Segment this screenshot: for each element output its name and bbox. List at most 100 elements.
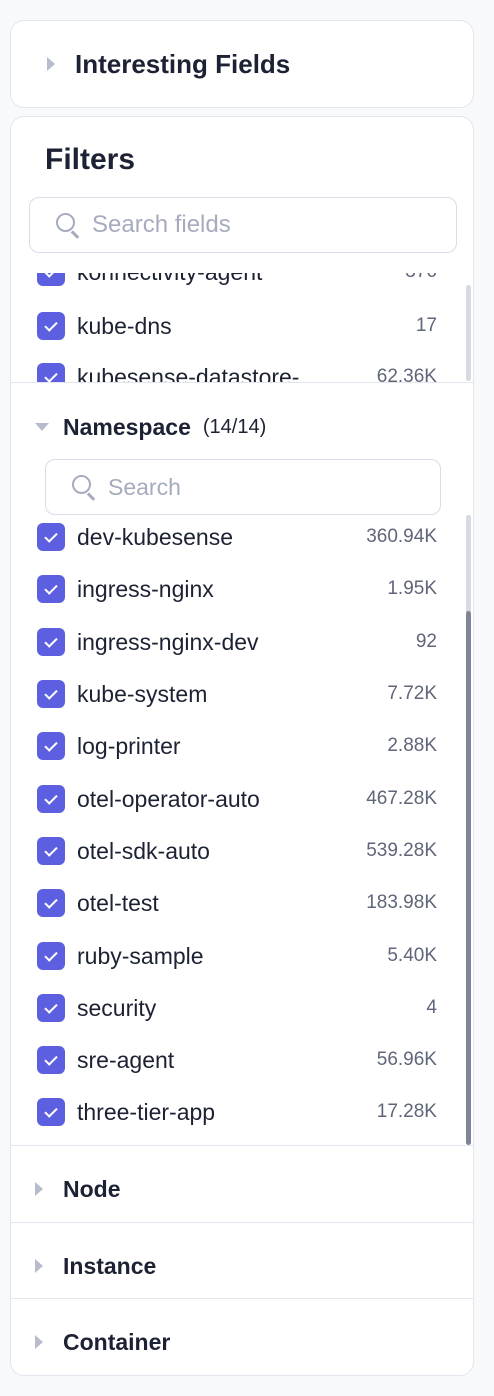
- checkbox[interactable]: [37, 1098, 65, 1126]
- divider: [11, 1145, 473, 1146]
- item-label: three-tier-app: [77, 1098, 216, 1125]
- item-label: ingress-nginx: [77, 575, 214, 602]
- divider: [11, 1298, 473, 1299]
- item-label: dev-kubesense: [77, 523, 233, 550]
- checkbox[interactable]: [37, 1046, 65, 1074]
- item-label: kube-dns: [77, 312, 172, 339]
- item-label: log-printer: [77, 732, 181, 759]
- list-item[interactable]: ingress-nginx-dev 92: [11, 616, 473, 668]
- list-item[interactable]: log-printer 2.88K: [11, 720, 473, 772]
- checkbox[interactable]: [37, 523, 65, 551]
- checkbox[interactable]: [37, 732, 65, 760]
- search-icon: [56, 213, 80, 239]
- item-label: otel-sdk-auto: [77, 837, 210, 864]
- list-item[interactable]: kube-system 7.72K: [11, 668, 473, 720]
- item-label: ruby-sample: [77, 942, 204, 969]
- list-item[interactable]: ruby-sample 5.40K: [11, 930, 473, 982]
- list-item[interactable]: otel-sdk-auto 539.28K: [11, 825, 473, 877]
- section-title: Container: [63, 1328, 171, 1355]
- item-count: 1.95K: [387, 578, 437, 599]
- namespace-section-header[interactable]: Namespace (14/14): [35, 409, 266, 445]
- namespace-search-input[interactable]: Search: [45, 459, 441, 515]
- check-icon: [44, 947, 58, 962]
- item-label: security: [77, 994, 157, 1021]
- check-icon: [44, 528, 58, 543]
- field-values-list[interactable]: konnectivity-agent 376 kube-dns 17 kubes…: [11, 273, 473, 383]
- item-count: 92: [415, 631, 437, 652]
- check-icon: [44, 580, 58, 595]
- interesting-fields-header[interactable]: Interesting Fields: [10, 20, 474, 108]
- item-label: otel-operator-auto: [77, 785, 260, 812]
- item-count: 376: [405, 273, 437, 283]
- search-fields-placeholder: Search fields: [92, 211, 231, 238]
- list-item[interactable]: kubesense-datastore- 62.36K: [11, 351, 473, 383]
- list-item[interactable]: otel-test 183.98K: [11, 877, 473, 929]
- namespace-search-placeholder: Search: [108, 473, 181, 500]
- check-icon: [44, 999, 58, 1014]
- list-item[interactable]: dev-kubesense 360.94K: [11, 515, 473, 563]
- checkbox[interactable]: [37, 889, 65, 917]
- list-item[interactable]: kube-dns 17: [11, 300, 473, 352]
- checkbox[interactable]: [37, 273, 65, 286]
- item-count: 2.88K: [387, 735, 437, 756]
- search-icon: [72, 475, 96, 501]
- checkbox[interactable]: [37, 994, 65, 1022]
- item-count: 62.36K: [376, 366, 437, 383]
- namespace-count: (14/14): [202, 415, 267, 438]
- item-label: sre-agent: [77, 1046, 175, 1073]
- section-title: Instance: [63, 1252, 157, 1279]
- namespace-list[interactable]: dev-kubesense 360.94K ingress-nginx 1.95…: [11, 515, 473, 1145]
- check-icon: [44, 1051, 58, 1066]
- node-section-header[interactable]: Node: [35, 1169, 121, 1209]
- item-count: 17.28K: [376, 1101, 437, 1122]
- check-icon: [44, 1103, 58, 1118]
- namespace-title: Namespace: [63, 413, 191, 440]
- checkbox[interactable]: [37, 312, 65, 340]
- caret-right-icon: [47, 57, 55, 71]
- filters-title: Filters: [45, 143, 136, 176]
- section-title: Node: [63, 1175, 121, 1202]
- checkbox[interactable]: [37, 363, 65, 383]
- list-item[interactable]: security 4: [11, 982, 473, 1034]
- scrollbar-thumb[interactable]: [466, 611, 471, 1145]
- list-item[interactable]: sre-agent 56.96K: [11, 1034, 473, 1086]
- checkbox[interactable]: [37, 628, 65, 656]
- scrollbar[interactable]: [466, 285, 471, 381]
- check-icon: [44, 894, 58, 909]
- item-count: 360.94K: [366, 526, 437, 547]
- item-count: 7.72K: [387, 683, 437, 704]
- item-count: 17: [415, 315, 437, 336]
- caret-down-icon: [35, 423, 49, 431]
- check-icon: [44, 317, 58, 332]
- list-item[interactable]: ingress-nginx 1.95K: [11, 563, 473, 615]
- item-count: 56.96K: [376, 1049, 437, 1070]
- check-icon: [44, 633, 58, 648]
- interesting-fields-title: Interesting Fields: [75, 48, 291, 79]
- caret-right-icon: [35, 1259, 43, 1273]
- list-item[interactable]: otel-operator-auto 467.28K: [11, 773, 473, 825]
- check-icon: [44, 842, 58, 857]
- checkbox[interactable]: [37, 680, 65, 708]
- item-label: ingress-nginx-dev: [77, 628, 259, 655]
- item-count: 467.28K: [366, 788, 437, 809]
- check-icon: [44, 273, 58, 278]
- container-section-header[interactable]: Container: [35, 1322, 170, 1362]
- item-count: 183.98K: [366, 892, 437, 913]
- item-label: kubesense-datastore-: [77, 363, 300, 384]
- item-count: 5.40K: [387, 945, 437, 966]
- search-fields-input[interactable]: Search fields: [29, 197, 457, 253]
- list-item[interactable]: konnectivity-agent 376: [11, 273, 473, 298]
- item-count: 4: [426, 997, 437, 1018]
- check-icon: [44, 685, 58, 700]
- check-icon: [44, 368, 58, 383]
- checkbox[interactable]: [37, 942, 65, 970]
- caret-right-icon: [35, 1335, 43, 1349]
- item-label: kube-system: [77, 680, 208, 707]
- caret-right-icon: [35, 1182, 43, 1196]
- instance-section-header[interactable]: Instance: [35, 1246, 156, 1286]
- checkbox[interactable]: [37, 575, 65, 603]
- checkbox[interactable]: [37, 785, 65, 813]
- list-item[interactable]: three-tier-app 17.28K: [11, 1086, 473, 1138]
- divider: [11, 382, 473, 383]
- checkbox[interactable]: [37, 837, 65, 865]
